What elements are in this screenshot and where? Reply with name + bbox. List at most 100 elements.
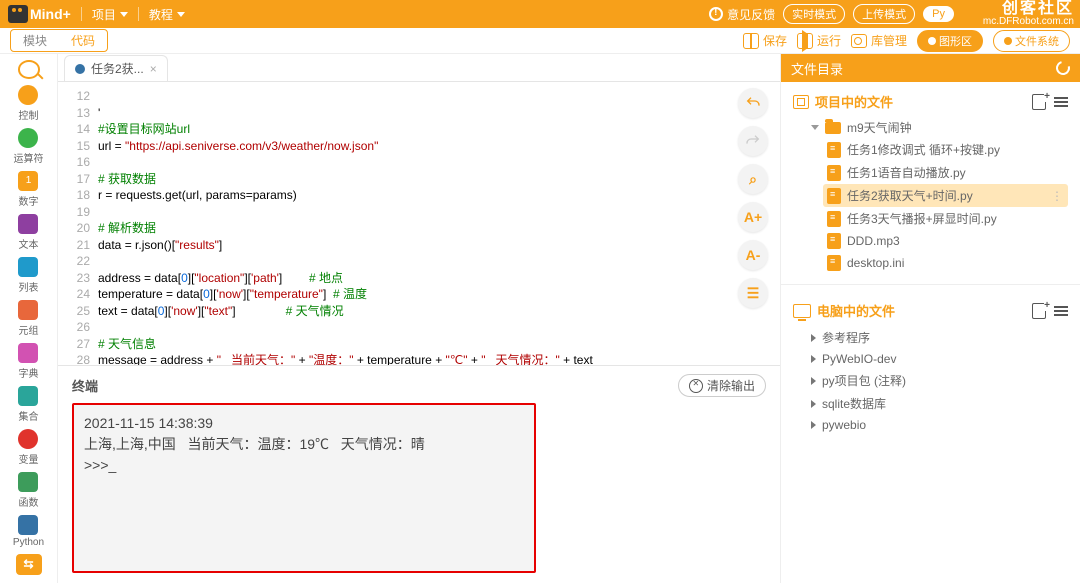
file-icon bbox=[827, 255, 841, 271]
font-increase-button[interactable]: A+ bbox=[738, 202, 768, 232]
palette-category[interactable]: 列表 bbox=[18, 257, 38, 294]
menu-icon[interactable] bbox=[1054, 306, 1068, 316]
palette-category[interactable]: 变量 bbox=[18, 429, 38, 466]
play-icon bbox=[797, 33, 813, 49]
clear-output-button[interactable]: 清除输出 bbox=[678, 374, 766, 397]
editor-float-tools: ⌕ A+ A- ☰ bbox=[738, 88, 768, 308]
code-editor[interactable]: 1213141516171819202122232425262728 ' #设置… bbox=[58, 82, 780, 365]
community-badge[interactable]: 创客社区 mc.DFRobot.com.cn bbox=[983, 0, 1080, 28]
file-item[interactable]: 任务3天气播报+屏显时间.py bbox=[823, 207, 1068, 230]
python-icon bbox=[75, 64, 85, 74]
pc-file-list: 参考程序PyWebIO-devpy项目包 (注释)sqlite数据库pywebi… bbox=[793, 326, 1068, 435]
search-code-button[interactable]: ⌕ bbox=[738, 164, 768, 194]
code-content[interactable]: ' #设置目标网站url url = "https://api.senivers… bbox=[98, 82, 780, 365]
toggle-graph-area[interactable]: 图形区 bbox=[917, 30, 983, 52]
more-icon[interactable]: ⋮ bbox=[1051, 189, 1064, 203]
menu-icon[interactable] bbox=[1054, 97, 1068, 107]
category-icon bbox=[18, 214, 38, 234]
refresh-icon[interactable] bbox=[1053, 58, 1072, 77]
chevron-down-icon bbox=[177, 12, 185, 17]
close-icon[interactable]: × bbox=[150, 62, 157, 76]
upload-mode-pill[interactable]: 上传模式 bbox=[853, 4, 915, 24]
collapse-button[interactable]: ☰ bbox=[738, 278, 768, 308]
block-palette: 控制运算符 1数字文本列表元组字典集合变量函数 Python ⇆ bbox=[0, 54, 58, 583]
category-icon bbox=[18, 472, 38, 492]
lang-badge[interactable]: Py bbox=[923, 6, 954, 22]
category-icon bbox=[18, 515, 38, 535]
file-item[interactable]: DDD.mp3 bbox=[823, 230, 1068, 252]
file-icon bbox=[827, 233, 841, 249]
divider bbox=[781, 284, 1080, 285]
feedback-link[interactable]: 意见反馈 bbox=[709, 6, 775, 23]
tab-block-mode[interactable]: 模块 bbox=[11, 30, 59, 51]
pc-folder-item[interactable]: sqlite数据库 bbox=[811, 392, 1068, 415]
terminal-output[interactable]: 2021-11-15 14:38:39 上海,上海,中国 当前天气：温度：19℃… bbox=[72, 403, 536, 573]
file-panel-header: 文件目录 bbox=[781, 54, 1080, 82]
file-icon bbox=[827, 211, 841, 227]
category-icon bbox=[18, 300, 38, 320]
file-item[interactable]: 任务1修改调式 循环+按键.py bbox=[823, 138, 1068, 161]
palette-search-icon[interactable] bbox=[18, 60, 40, 79]
toolbar: 模块 代码 保存 运行 库管理 图形区 文件系统 bbox=[0, 28, 1080, 54]
palette-category[interactable]: 函数 bbox=[18, 472, 38, 509]
folder-item[interactable]: m9天气闹钟 bbox=[811, 117, 1068, 138]
divider bbox=[138, 7, 139, 21]
tab-code-mode[interactable]: 代码 bbox=[59, 30, 107, 51]
category-icon bbox=[18, 386, 38, 406]
pc-folder-item[interactable]: 参考程序 bbox=[811, 326, 1068, 349]
file-item[interactable]: 任务2获取天气+时间.py⋮ bbox=[823, 184, 1068, 207]
file-icon bbox=[827, 142, 841, 158]
realtime-mode-pill[interactable]: 实时模式 bbox=[783, 4, 845, 24]
palette-category[interactable]: Python bbox=[13, 515, 44, 548]
palette-category[interactable]: 元组 bbox=[18, 300, 38, 337]
font-decrease-button[interactable]: A- bbox=[738, 240, 768, 270]
file-icon bbox=[827, 165, 841, 181]
palette-category[interactable]: 集合 bbox=[18, 386, 38, 423]
chevron-right-icon bbox=[811, 377, 816, 385]
save-button[interactable]: 保存 bbox=[743, 32, 787, 49]
menu-tutorial[interactable]: 教程 bbox=[149, 6, 185, 23]
library-button[interactable]: 库管理 bbox=[851, 32, 907, 49]
menu-project[interactable]: 项目 bbox=[92, 6, 128, 23]
file-tab[interactable]: 任务2获... × bbox=[64, 55, 168, 81]
clear-icon bbox=[689, 379, 703, 393]
terminal-panel: 终端 清除输出 2021-11-15 14:38:39 上海,上海,中国 当前天… bbox=[58, 365, 780, 583]
save-icon bbox=[743, 33, 759, 49]
project-icon bbox=[793, 95, 809, 109]
main-area: 控制运算符 1数字文本列表元组字典集合变量函数 Python ⇆ 任务2获... ×… bbox=[0, 54, 1080, 583]
toggle-dot-icon bbox=[1004, 37, 1012, 45]
chevron-right-icon bbox=[811, 334, 816, 342]
logo-icon bbox=[8, 5, 28, 23]
pc-folder-item[interactable]: pywebio bbox=[811, 415, 1068, 435]
project-files-section: 项目中的文件 m9天气闹钟 任务1修改调式 循环+按键.py任务1语音自动播放.… bbox=[781, 82, 1080, 278]
category-icon bbox=[18, 128, 38, 148]
pc-folder-item[interactable]: PyWebIO-dev bbox=[811, 349, 1068, 369]
redo-button[interactable] bbox=[738, 126, 768, 156]
extensions-button[interactable]: ⇆ bbox=[16, 554, 42, 575]
run-button[interactable]: 运行 bbox=[797, 32, 841, 49]
new-file-icon[interactable] bbox=[1032, 303, 1046, 319]
app-logo: Mind+ bbox=[8, 5, 71, 23]
app-header: Mind+ 项目 教程 意见反馈 实时模式 上传模式 Py 创客社区 mc.DF… bbox=[0, 0, 1080, 28]
view-mode-tabs: 模块 代码 bbox=[10, 29, 108, 52]
computer-icon bbox=[793, 304, 811, 318]
file-icon bbox=[827, 188, 841, 204]
logo-text: Mind+ bbox=[30, 6, 71, 22]
palette-category[interactable]: 1数字 bbox=[18, 171, 38, 208]
new-file-icon[interactable] bbox=[1032, 94, 1046, 110]
undo-button[interactable] bbox=[738, 88, 768, 118]
palette-category[interactable]: 运算符 bbox=[13, 128, 43, 165]
library-icon bbox=[851, 34, 867, 48]
palette-category[interactable]: 控制 bbox=[18, 85, 38, 122]
category-icon bbox=[18, 257, 38, 277]
folder-icon bbox=[825, 122, 841, 134]
palette-category[interactable]: 文本 bbox=[18, 214, 38, 251]
palette-category[interactable]: 字典 bbox=[18, 343, 38, 380]
toggle-dot-icon bbox=[928, 37, 936, 45]
category-icon: 1 bbox=[18, 171, 38, 191]
chevron-down-icon bbox=[811, 125, 819, 130]
file-item[interactable]: 任务1语音自动播放.py bbox=[823, 161, 1068, 184]
toggle-file-system[interactable]: 文件系统 bbox=[993, 30, 1070, 52]
file-item[interactable]: desktop.ini bbox=[823, 252, 1068, 274]
pc-folder-item[interactable]: py项目包 (注释) bbox=[811, 369, 1068, 392]
